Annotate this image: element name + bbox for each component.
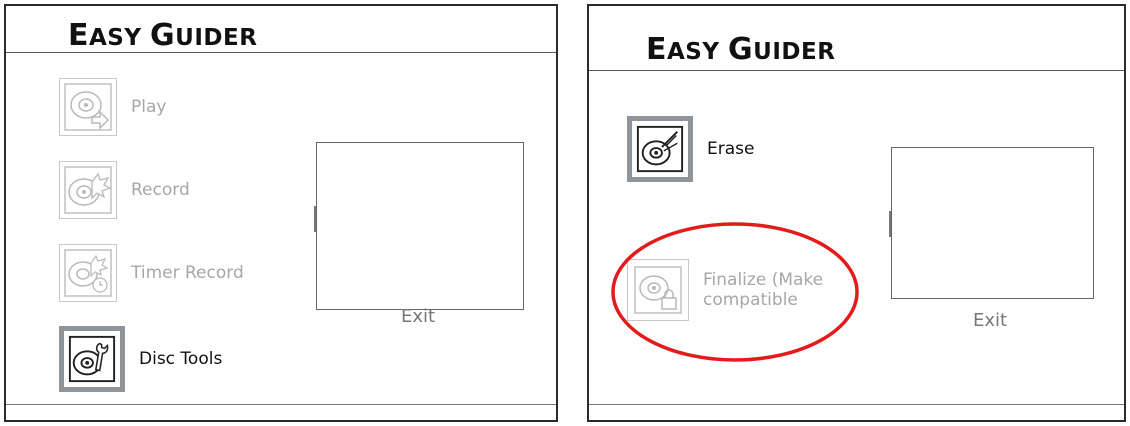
disc-tools-icon-box	[59, 326, 125, 392]
title-divider	[589, 70, 1124, 71]
disc-play-icon	[64, 83, 112, 131]
preview-window	[891, 147, 1094, 299]
menu-item-record[interactable]: Record	[59, 161, 190, 219]
exit-button[interactable]: Exit	[401, 306, 435, 327]
red-highlight-ellipse	[611, 222, 859, 362]
bottom-divider	[589, 404, 1124, 405]
timer-record-icon-box	[59, 244, 117, 302]
preview-window	[316, 142, 524, 310]
menu-item-label: Record	[131, 180, 190, 200]
easy-guider-disc-tools-menu: Easy Guider Erase	[587, 4, 1126, 422]
disc-record-icon	[64, 166, 112, 214]
disc-erase-icon	[636, 125, 684, 173]
menu-item-play[interactable]: Play	[59, 78, 166, 136]
disc-tools-icon	[68, 335, 116, 383]
menu-item-label: Erase	[707, 139, 755, 159]
panel-title: Easy Guider	[646, 32, 836, 67]
preview-marker	[314, 206, 316, 232]
erase-icon-box	[627, 116, 693, 182]
menu-item-label: Timer Record	[131, 263, 244, 283]
menu-item-label: Play	[131, 97, 167, 117]
disc-timer-record-icon	[64, 249, 112, 297]
menu-item-timer-record[interactable]: Timer Record	[59, 244, 244, 302]
bottom-divider	[6, 404, 556, 405]
play-icon-box	[59, 78, 117, 136]
menu-item-erase[interactable]: Erase	[627, 116, 754, 182]
preview-marker	[889, 211, 891, 237]
menu-item-disc-tools[interactable]: Disc Tools	[59, 326, 222, 392]
title-divider	[6, 52, 556, 53]
exit-button[interactable]: Exit	[973, 310, 1007, 331]
easy-guider-main-menu: Easy Guider Play Record	[4, 4, 558, 422]
menu-item-label: Disc Tools	[139, 349, 223, 369]
panel-title: Easy Guider	[68, 18, 258, 53]
record-icon-box	[59, 161, 117, 219]
